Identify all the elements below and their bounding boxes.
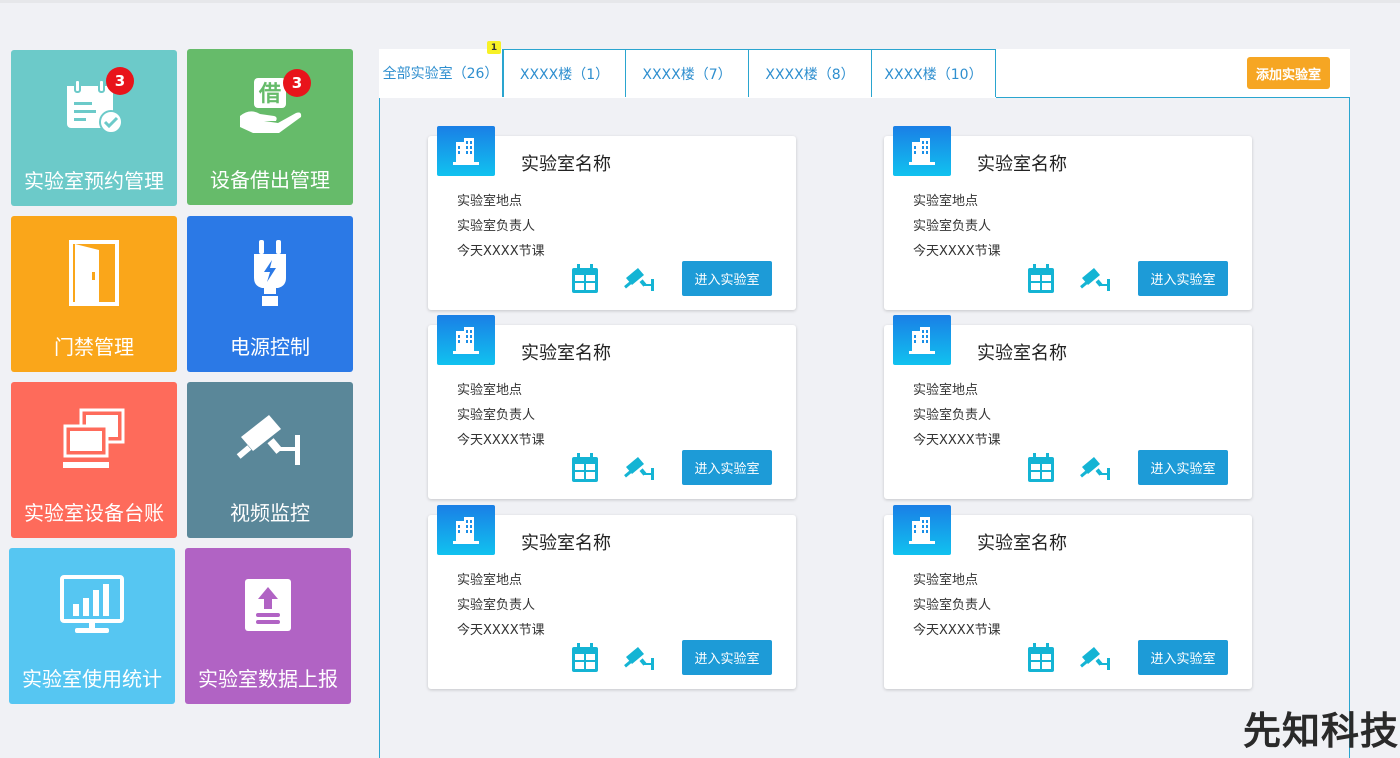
computer-icon (11, 404, 177, 474)
lab-name: 实验室名称 (977, 533, 1067, 554)
tile-data-reporting[interactable]: 实验室数据上报 (185, 548, 351, 704)
lab-card: 实验室名称实验室地点实验室负责人 今天XXXX节课进入实验室 (428, 505, 796, 689)
lab-card: 实验室名称实验室地点实验室负责人 今天XXXX节课进入实验室 (884, 126, 1252, 310)
tile-label: 视频监控 (230, 501, 310, 525)
tile-label: 门禁管理 (54, 335, 134, 359)
calendar-icon[interactable] (1027, 453, 1055, 483)
building-icon (437, 315, 495, 365)
lab-card: 实验室名称实验室地点实验室负责人 今天XXXX节课进入实验室 (884, 505, 1252, 689)
tab-all-labs[interactable]: 全部实验室（26） (379, 49, 503, 97)
calendar-check-icon (11, 72, 177, 142)
lab-manager: 实验室负责人 (457, 219, 536, 234)
lab-manager: 实验室负责人 (457, 408, 536, 423)
tab-marker: 1 (487, 41, 501, 54)
tab-building-1[interactable]: XXXX楼（1） (503, 49, 626, 97)
tile-label: 实验室设备台账 (24, 501, 164, 525)
lab-name: 实验室名称 (521, 154, 611, 175)
lab-manager: 实验室负责人 (913, 598, 992, 613)
borrow-hand-icon: 借 (187, 71, 353, 141)
calendar-icon[interactable] (1027, 643, 1055, 673)
camera-icon[interactable] (1080, 645, 1112, 671)
lab-location: 实验室地点 (457, 573, 523, 588)
calendar-icon[interactable] (571, 453, 599, 483)
enter-lab-button[interactable]: 进入实验室 (1138, 640, 1228, 675)
svg-text:借: 借 (258, 82, 281, 107)
camera-icon[interactable] (624, 645, 656, 671)
upload-doc-icon (185, 570, 351, 640)
notification-badge: 3 (283, 69, 311, 97)
camera-icon[interactable] (1080, 455, 1112, 481)
lab-name: 实验室名称 (977, 154, 1067, 175)
tile-access-control[interactable]: 门禁管理 (11, 216, 177, 372)
lab-manager: 实验室负责人 (913, 408, 992, 423)
tile-label: 电源控制 (230, 335, 310, 359)
building-icon (893, 315, 951, 365)
building-icon (893, 505, 951, 555)
tile-label: 实验室预约管理 (24, 169, 164, 193)
lab-name: 实验室名称 (521, 533, 611, 554)
tile-power-control[interactable]: 电源控制 (187, 216, 353, 372)
lab-card: 实验室名称实验室地点实验室负责人 今天XXXX节课进入实验室 (884, 315, 1252, 499)
lab-name: 实验室名称 (521, 343, 611, 364)
calendar-icon[interactable] (571, 643, 599, 673)
lab-location: 实验室地点 (457, 383, 523, 398)
tile-label: 实验室使用统计 (22, 667, 162, 691)
lab-location: 实验室地点 (913, 194, 979, 209)
top-divider (0, 0, 1400, 3)
tile-equipment-ledger[interactable]: 实验室设备台账 (11, 382, 177, 538)
tile-label: 设备借出管理 (210, 168, 330, 192)
lab-today-classes: 今天XXXX节课 (457, 623, 545, 638)
building-icon (437, 505, 495, 555)
lab-today-classes: 今天XXXX节课 (913, 244, 1001, 259)
tile-usage-statistics[interactable]: 实验室使用统计 (9, 548, 175, 704)
tile-lab-booking[interactable]: 3 实验室预约管理 (11, 50, 177, 206)
lab-today-classes: 今天XXXX节课 (457, 433, 545, 448)
enter-lab-button[interactable]: 进入实验室 (682, 640, 772, 675)
lab-card: 实验室名称实验室地点实验室负责人 今天XXXX节课进入实验室 (428, 126, 796, 310)
calendar-icon[interactable] (1027, 264, 1055, 294)
add-lab-button[interactable]: 添加实验室 (1247, 57, 1330, 89)
tab-building-3[interactable]: XXXX楼（8） (749, 49, 872, 97)
tile-label: 实验室数据上报 (198, 667, 338, 691)
lab-manager: 实验室负责人 (913, 219, 992, 234)
lab-location: 实验室地点 (913, 383, 979, 398)
tab-building-4[interactable]: XXXX楼（10） (872, 49, 996, 97)
building-icon (893, 126, 951, 176)
enter-lab-button[interactable]: 进入实验室 (682, 450, 772, 485)
door-icon (11, 238, 177, 308)
lab-manager: 实验室负责人 (457, 598, 536, 613)
watermark: 先知科技 (1243, 709, 1400, 753)
camera-icon[interactable] (1080, 266, 1112, 292)
cctv-camera-icon (187, 404, 353, 474)
lab-location: 实验室地点 (457, 194, 523, 209)
enter-lab-button[interactable]: 进入实验室 (1138, 450, 1228, 485)
lab-location: 实验室地点 (913, 573, 979, 588)
tile-equipment-lending[interactable]: 借 3 设备借出管理 (187, 49, 353, 205)
lab-today-classes: 今天XXXX节课 (913, 433, 1001, 448)
power-plug-icon (187, 238, 353, 308)
lab-name: 实验室名称 (977, 343, 1067, 364)
camera-icon[interactable] (624, 266, 656, 292)
camera-icon[interactable] (624, 455, 656, 481)
notification-badge: 3 (106, 67, 134, 95)
tile-video-surveillance[interactable]: 视频监控 (187, 382, 353, 538)
building-icon (437, 126, 495, 176)
chart-monitor-icon (9, 570, 175, 640)
tab-building-2[interactable]: XXXX楼（7） (626, 49, 749, 97)
enter-lab-button[interactable]: 进入实验室 (682, 261, 772, 296)
lab-card: 实验室名称实验室地点实验室负责人 今天XXXX节课进入实验室 (428, 315, 796, 499)
building-tabs: 全部实验室（26） XXXX楼（1） XXXX楼（7） XXXX楼（8） XXX… (379, 49, 1350, 98)
lab-today-classes: 今天XXXX节课 (457, 244, 545, 259)
lab-today-classes: 今天XXXX节课 (913, 623, 1001, 638)
enter-lab-button[interactable]: 进入实验室 (1138, 261, 1228, 296)
calendar-icon[interactable] (571, 264, 599, 294)
